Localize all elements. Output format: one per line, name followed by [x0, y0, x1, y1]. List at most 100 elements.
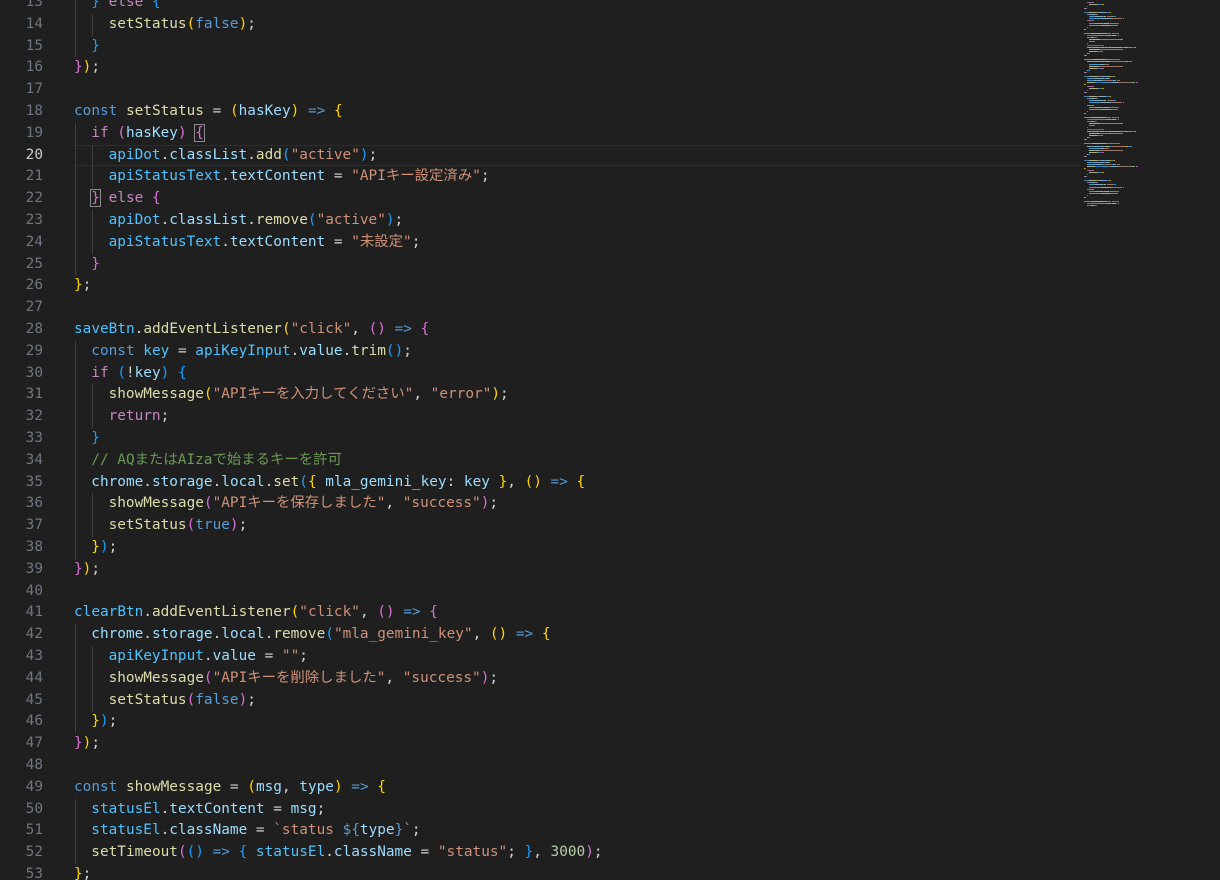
punctuation-token: ;	[247, 15, 256, 32]
string-token: "success"	[402, 669, 481, 686]
code-line[interactable]: // AQまたはAIzaで始まるキーを許可	[91, 450, 342, 472]
minimap-line	[1089, 149, 1099, 151]
control-keyword-token: if	[91, 124, 118, 141]
code-line[interactable]: const showMessage = (msg, type) => {	[74, 777, 386, 799]
code-line[interactable]: });	[74, 57, 100, 79]
minimap-line	[1121, 38, 1123, 40]
code-line[interactable]: apiStatusText.textContent = "未設定";	[109, 232, 421, 254]
minimap-line	[1102, 81, 1110, 83]
minimap-line	[1095, 22, 1103, 24]
code-line[interactable]: const setStatus = (hasKey) => {	[74, 101, 343, 123]
constant-token: apiDot	[108, 212, 161, 228]
bracket-token: ()	[368, 321, 386, 337]
indent-guide	[92, 689, 94, 712]
code-area[interactable]: } else {setStatus(false);}}); const setSt…	[74, 0, 1080, 880]
minimap-line	[1103, 172, 1105, 174]
code-line[interactable]: apiDot.classList.add("active");	[109, 145, 378, 167]
minimap-line	[1108, 161, 1110, 163]
punctuation-token: .	[342, 342, 352, 359]
code-line[interactable]: statusEl.textContent = msg;	[91, 799, 325, 821]
minimap[interactable]	[1082, 0, 1220, 880]
code-line[interactable]: if (!key) {	[91, 363, 186, 385]
code-line[interactable]: if (hasKey) {	[91, 123, 205, 145]
constant-token: key	[143, 342, 170, 359]
minimap-line	[1097, 14, 1099, 16]
code-line[interactable]: chrome.storage.local.set({ mla_gemini_ke…	[91, 472, 585, 494]
identifier-token: className	[333, 844, 412, 861]
string-token: "click"	[290, 321, 352, 337]
code-line[interactable]: setStatus(true);	[109, 515, 248, 537]
punctuation-token: :	[446, 473, 464, 490]
code-line[interactable]: setStatus(false);	[109, 14, 256, 36]
code-line[interactable]: return;	[109, 406, 170, 428]
function-name-token: showMessage	[108, 495, 204, 512]
code-line[interactable]: }	[91, 36, 100, 58]
bracket-token: )	[491, 386, 500, 403]
code-line[interactable]: const key = apiKeyInput.value.trim();	[91, 341, 412, 363]
code-line[interactable]: clearBtn.addEventListener("click", () =>…	[74, 602, 438, 624]
punctuation-token: ;	[82, 277, 92, 294]
code-line[interactable]: });	[74, 733, 100, 755]
code-line[interactable]: };	[74, 864, 91, 880]
keyword-token: =>	[394, 604, 430, 621]
keyword-token: false	[195, 15, 239, 32]
minimap-line	[1115, 100, 1117, 102]
minimap-line	[1111, 145, 1125, 147]
code-line[interactable]: setStatus(false);	[109, 690, 256, 712]
line-number: 45	[25, 691, 43, 708]
code-line[interactable]: }	[91, 428, 100, 450]
code-line[interactable]: showMessage("APIキーを保存しました", "success");	[109, 493, 498, 515]
minimap-line	[1119, 59, 1121, 61]
bracket-token: }	[74, 560, 83, 577]
minimap-line	[1086, 55, 1087, 57]
minimap-line	[1086, 8, 1087, 10]
indent-guide	[75, 13, 76, 36]
minimap-line	[1107, 16, 1115, 18]
constant-token: statusEl	[255, 844, 326, 861]
code-line[interactable]: chrome.storage.local.remove("mla_gemini_…	[91, 624, 550, 646]
code-line[interactable]: saveBtn.addEventListener("click", () => …	[74, 319, 429, 341]
code-line[interactable]: } else {	[90, 188, 161, 210]
minimap-line	[1122, 102, 1124, 104]
bracket-token: )	[160, 364, 170, 381]
code-line[interactable]: setTimeout(() => { statusEl.className = …	[91, 842, 602, 864]
minimap-line	[1109, 96, 1111, 98]
indent-guide	[75, 384, 76, 407]
function-name-token: showMessage	[125, 778, 222, 795]
minimap-line	[1095, 190, 1103, 192]
code-line[interactable]: showMessage("APIキーを入力してください", "error");	[109, 384, 509, 406]
number-token: 3000	[550, 844, 586, 861]
code-line[interactable]: statusEl.className = `status ${type}`;	[91, 820, 420, 842]
punctuation-token: .	[160, 800, 170, 817]
code-line[interactable]: }	[91, 254, 100, 276]
punctuation-token: =	[411, 844, 438, 861]
bracket-token: )	[333, 778, 343, 795]
line-number: 44	[25, 669, 43, 686]
code-line[interactable]: };	[74, 275, 91, 297]
code-line[interactable]: });	[91, 537, 117, 559]
constant-token: clearBtn	[74, 604, 144, 621]
minimap-line	[1117, 190, 1119, 192]
minimap-line	[1089, 102, 1101, 104]
line-number: 46	[25, 713, 43, 730]
punctuation-token: .	[247, 146, 256, 163]
code-line[interactable]: showMessage("APIキーを削除しました", "success");	[109, 668, 498, 690]
minimap-line	[1121, 149, 1123, 151]
punctuation-token: ;	[91, 560, 101, 577]
code-editor[interactable]: 13 14 15 16 17 18 19 20 21 22 23 24 25 26 27 28 29 30 31 32…	[0, 0, 1220, 880]
line-number: 43	[25, 648, 43, 664]
bracket-token: {	[541, 626, 551, 643]
code-line[interactable]: } else {	[91, 0, 160, 14]
code-line[interactable]: apiStatusText.textContent = "APIキー設定済み";	[109, 166, 490, 188]
code-line[interactable]: });	[91, 711, 117, 733]
indent-guide	[92, 231, 94, 254]
punctuation-token: !	[125, 364, 135, 381]
string-token: `	[403, 822, 412, 839]
line-number: 41	[25, 604, 43, 621]
code-line[interactable]: });	[74, 559, 100, 581]
code-line[interactable]: apiDot.classList.remove("active");	[109, 210, 404, 232]
minimap-line	[1089, 67, 1097, 69]
code-line[interactable]: apiKeyInput.value = "";	[109, 646, 308, 668]
bracket-token: )	[177, 124, 187, 141]
function-name-token: remove	[255, 212, 308, 228]
